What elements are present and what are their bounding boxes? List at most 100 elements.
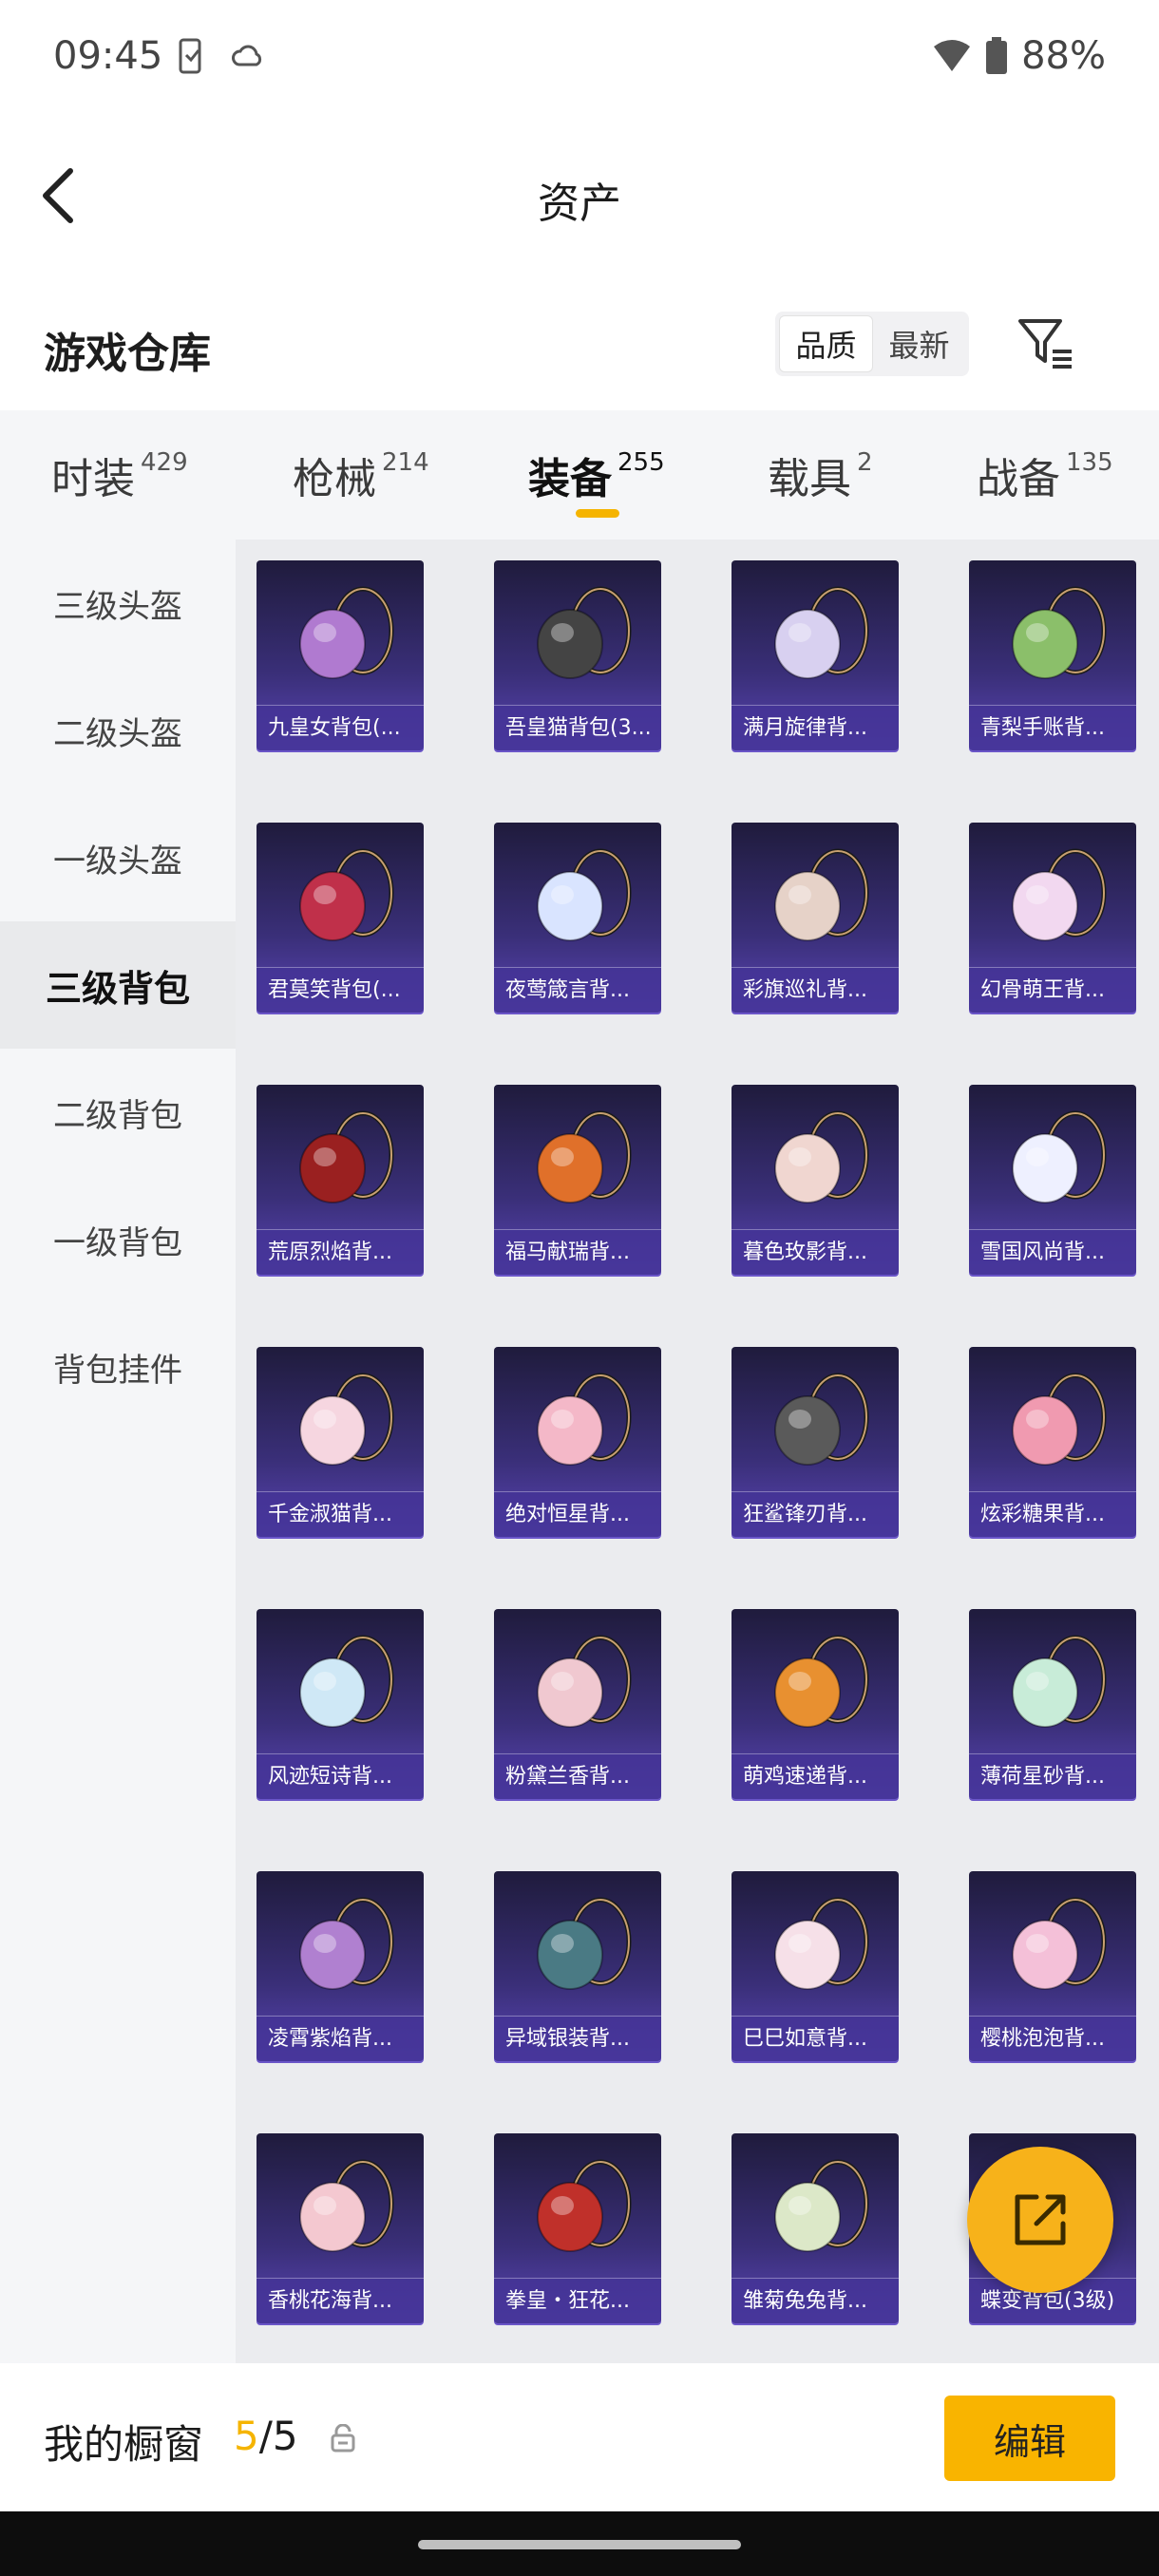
item-card[interactable]: 千金淑猫背...: [256, 1347, 424, 1537]
item-card[interactable]: 香桃花海背...: [256, 2133, 424, 2323]
cloud-icon: [232, 45, 262, 66]
sidebar-item-backpack-charm[interactable]: 背包挂件: [0, 1303, 236, 1430]
sidebar-item-level3-backpack[interactable]: 三级背包: [0, 921, 236, 1049]
pear-backpack-icon: [1012, 586, 1107, 679]
penguin-backpack-icon: [1012, 1110, 1107, 1203]
item-name: 千金淑猫背...: [256, 1491, 424, 1537]
item-card[interactable]: 夜莺箴言背...: [494, 823, 661, 1013]
item-name: 薄荷星砂背...: [969, 1753, 1136, 1799]
tab-vehicles[interactable]: 载具 2: [768, 445, 873, 505]
item-name: 君莫笑背包(...: [256, 967, 424, 1013]
item-card[interactable]: 福马献瑞背...: [494, 1085, 661, 1275]
item-name: 满月旋律背...: [732, 705, 899, 750]
sidebar: 三级头盔 二级头盔 一级头盔 三级背包 二级背包 一级背包 背包挂件: [0, 540, 236, 2363]
shield-backpack-icon: [774, 848, 869, 941]
active-tab-indicator: [576, 509, 619, 518]
tab-count: 214: [382, 448, 429, 477]
item-card[interactable]: 异域银装背...: [494, 1871, 661, 2061]
status-right: 6 88%: [932, 34, 1106, 78]
item-name: 拳皇・狂花...: [494, 2278, 661, 2323]
item-card[interactable]: 巳巳如意背...: [732, 1871, 899, 2061]
item-name: 福马献瑞背...: [494, 1229, 661, 1275]
peach-backpack-icon: [299, 2159, 394, 2252]
sort-option-quality[interactable]: 品质: [779, 315, 873, 372]
item-card[interactable]: 荒原烈焰背...: [256, 1085, 424, 1275]
sidebar-item-level1-helmet[interactable]: 一级头盔: [0, 794, 236, 921]
edit-button[interactable]: 编辑: [944, 2396, 1115, 2481]
item-name: 绝对恒星背...: [494, 1491, 661, 1537]
tab-label: 战备: [977, 455, 1060, 503]
category-tabs: 时装 429 枪械 214 装备 255 载具 2 战备 135: [0, 410, 1159, 540]
filter-icon[interactable]: [1016, 313, 1075, 372]
item-card[interactable]: 炫彩糖果背...: [969, 1347, 1136, 1537]
tab-fashion[interactable]: 时装 429: [51, 445, 188, 505]
svg-text:6: 6: [960, 42, 968, 55]
sidebar-item-level2-backpack[interactable]: 二级背包: [0, 1049, 236, 1176]
tab-equipment[interactable]: 装备 255: [528, 445, 665, 505]
sidebar-item-level3-helmet[interactable]: 三级头盔: [0, 540, 236, 667]
item-card[interactable]: 凌霄紫焰背...: [256, 1871, 424, 2061]
item-card[interactable]: 吾皇猫背包(3...: [494, 560, 661, 750]
tab-guns[interactable]: 枪械 214: [293, 445, 429, 505]
candy-backpack-icon: [1012, 1373, 1107, 1466]
showcase-separator: /: [258, 2413, 273, 2459]
tab-battle-gear[interactable]: 战备 135: [977, 445, 1113, 505]
bow-backpack-icon: [299, 1373, 394, 1466]
shark-backpack-icon: [774, 1373, 869, 1466]
sidebar-item-level2-helmet[interactable]: 二级头盔: [0, 667, 236, 794]
battery-icon: [986, 37, 1008, 74]
item-name: 彩旗巡礼背...: [732, 967, 899, 1013]
item-card[interactable]: 薄荷星砂背...: [969, 1609, 1136, 1799]
item-name: 雪国风尚背...: [969, 1229, 1136, 1275]
tab-count: 429: [141, 448, 188, 477]
item-card[interactable]: 樱桃泡泡背...: [969, 1871, 1136, 2061]
ribbon-backpack-icon: [1012, 1897, 1107, 1990]
item-card[interactable]: 风迹短诗背...: [256, 1609, 424, 1799]
item-card[interactable]: 萌鸡速递背...: [732, 1609, 899, 1799]
item-card[interactable]: 九皇女背包(...: [256, 560, 424, 750]
creature-backpack-icon: [1012, 848, 1107, 941]
lock-icon: [331, 2424, 355, 2453]
item-name: 粉黛兰香背...: [494, 1753, 661, 1799]
item-card[interactable]: 粉黛兰香背...: [494, 1609, 661, 1799]
page-title: 资产: [538, 180, 621, 228]
item-card[interactable]: 雏菊兔兔背...: [732, 2133, 899, 2323]
winged-backpack-icon: [299, 848, 394, 941]
orchid-backpack-icon: [537, 1635, 632, 1728]
home-handle[interactable]: [418, 2540, 741, 2549]
mint-backpack-icon: [1012, 1635, 1107, 1728]
item-name: 樱桃泡泡背...: [969, 2016, 1136, 2061]
popcorn-backpack-icon: [537, 1373, 632, 1466]
item-card[interactable]: 拳皇・狂花...: [494, 2133, 661, 2323]
backpack-charm-icon: [299, 586, 394, 679]
share-button[interactable]: [967, 2147, 1113, 2293]
tab-label: 装备: [528, 455, 612, 503]
item-card[interactable]: 狂鲨锋刃背...: [732, 1347, 899, 1537]
item-card[interactable]: 雪国风尚背...: [969, 1085, 1136, 1275]
item-name: 异域银装背...: [494, 2016, 661, 2061]
showcase-bar: 我的橱窗 5/5 编辑: [0, 2363, 1159, 2511]
item-card[interactable]: 暮色玫影背...: [732, 1085, 899, 1275]
fighter-backpack-icon: [537, 2159, 632, 2252]
item-card[interactable]: 君莫笑背包(...: [256, 823, 424, 1013]
snake-backpack-icon: [774, 1897, 869, 1990]
item-name: 雏菊兔兔背...: [732, 2278, 899, 2323]
screen-record-icon: [179, 38, 201, 74]
share-icon: [1015, 2194, 1066, 2245]
tab-count: 255: [618, 448, 665, 477]
flower-backpack-icon: [537, 848, 632, 941]
header: 资产: [0, 118, 1159, 270]
warehouse-title: 游戏仓库: [44, 330, 211, 378]
item-card[interactable]: 绝对恒星背...: [494, 1347, 661, 1537]
tab-count: 135: [1066, 448, 1113, 477]
item-card[interactable]: 彩旗巡礼背...: [732, 823, 899, 1013]
item-card[interactable]: 青梨手账背...: [969, 560, 1136, 750]
showcase-current: 5: [234, 2413, 259, 2459]
item-name: 暮色玫影背...: [732, 1229, 899, 1275]
sort-option-newest[interactable]: 最新: [873, 315, 965, 372]
battery-level: 88%: [1021, 34, 1106, 78]
sidebar-item-level1-backpack[interactable]: 一级背包: [0, 1176, 236, 1303]
item-card[interactable]: 满月旋律背...: [732, 560, 899, 750]
item-card[interactable]: 幻骨萌王背...: [969, 823, 1136, 1013]
item-name: 狂鲨锋刃背...: [732, 1491, 899, 1537]
